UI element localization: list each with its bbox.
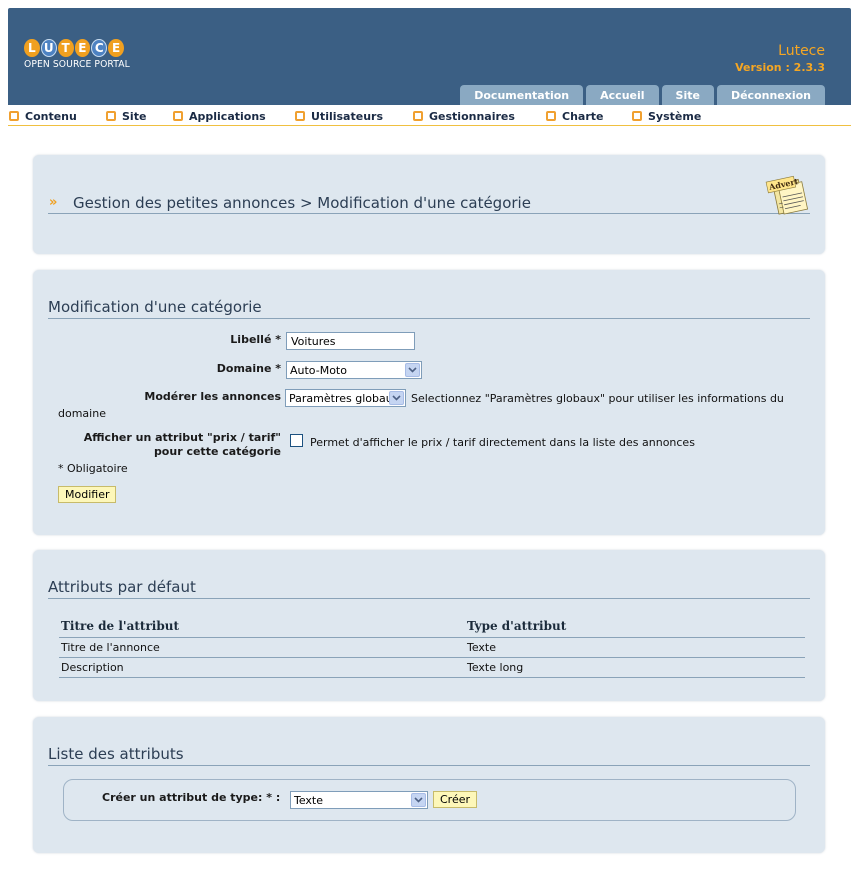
domaine-label: Domaine * <box>216 362 281 375</box>
menu-item-gestionnaires[interactable]: Gestionnaires <box>413 108 515 124</box>
default-attributes-panel: Attributs par défaut Titre de l'attribut… <box>33 550 825 701</box>
header-banner: L U T E C E OPEN SOURCE PORTAL Lutece Ve… <box>8 8 851 105</box>
menu-item-label: Système <box>648 109 702 123</box>
section-title: Liste des attributs <box>48 745 810 766</box>
tab-site[interactable]: Site <box>661 85 714 105</box>
divider <box>48 213 810 214</box>
prix-label-line1: Afficher un attribut "prix / tarif" <box>83 431 281 444</box>
logo-letter: E <box>108 39 124 57</box>
top-tabs: Documentation Accueil Site Déconnexion <box>460 85 825 105</box>
version-label: Version : 2.3.3 <box>735 61 825 74</box>
menu-item-charte[interactable]: Charte <box>546 108 603 124</box>
moderer-help-cont: domaine <box>58 407 106 420</box>
logo-tagline: OPEN SOURCE PORTAL <box>24 59 130 70</box>
menu-item-utilisateurs[interactable]: Utilisateurs <box>295 108 383 124</box>
domaine-select-value: Auto-Moto <box>290 363 347 377</box>
menu-item-applications[interactable]: Applications <box>173 108 266 124</box>
chevron-down-icon[interactable] <box>405 363 420 377</box>
menu-item-label: Charte <box>562 109 604 123</box>
table-header-row: Titre de l'attribut Type d'attribut <box>59 617 805 638</box>
menu-bullet-icon <box>632 111 642 121</box>
chevron-down-icon[interactable] <box>411 793 426 807</box>
logo-letter: L <box>24 39 40 57</box>
attributes-table: Titre de l'attribut Type d'attribut Titr… <box>59 617 805 678</box>
prix-checkbox[interactable] <box>290 434 303 447</box>
tab-documentation[interactable]: Documentation <box>460 85 584 105</box>
menu-bullet-icon <box>173 111 183 121</box>
chevron-down-icon[interactable] <box>389 391 404 405</box>
modifier-button[interactable]: Modifier <box>58 486 117 503</box>
category-form-panel: Modification d'une catégorie Libellé * V… <box>33 270 825 535</box>
required-note: * Obligatoire <box>58 462 128 475</box>
advert-plugin-icon: Advert <box>765 175 809 215</box>
creer-button[interactable]: Créer <box>433 791 478 808</box>
prix-help: Permet d'afficher le prix / tarif direct… <box>310 436 695 449</box>
section-title: Attributs par défaut <box>48 578 810 599</box>
main-menu: Contenu Site Applications Utilisateurs G… <box>8 105 851 126</box>
attribute-name: Description <box>61 661 124 674</box>
prix-label-line2: pour cette catégorie <box>153 445 281 458</box>
table-row: Description Texte long <box>59 658 805 678</box>
menu-item-label: Utilisateurs <box>311 109 383 123</box>
logo-letter: E <box>74 39 91 57</box>
menu-item-label: Gestionnaires <box>429 109 515 123</box>
create-attribute-label: Créer un attribut de type: * : <box>102 791 281 804</box>
logo-letters: L U T E C E <box>24 39 124 57</box>
menu-bullet-icon <box>9 111 19 121</box>
logo-letter: T <box>57 39 74 57</box>
section-title: Modification d'une catégorie <box>48 298 810 319</box>
menu-bullet-icon <box>106 111 116 121</box>
create-attribute-form: Créer un attribut de type: * : Texte Cré… <box>63 779 796 821</box>
attribute-type: Texte long <box>467 661 524 674</box>
lutece-logo[interactable]: L U T E C E OPEN SOURCE PORTAL <box>24 39 130 79</box>
breadcrumb-panel: » Gestion des petites annonces > Modific… <box>33 155 825 254</box>
menu-bullet-icon <box>295 111 305 121</box>
libelle-input[interactable]: Voitures <box>286 332 415 350</box>
logo-letter: C <box>91 39 108 57</box>
menu-item-site[interactable]: Site <box>106 108 146 124</box>
table-row: Titre de l'annonce Texte <box>59 638 805 658</box>
libelle-label: Libellé * <box>230 333 281 346</box>
moderer-label: Modérer les annonces <box>144 390 281 403</box>
moderer-help: Selectionnez "Paramètres globaux" pour u… <box>411 392 784 405</box>
moderer-select-value: Paramètres globaux <box>289 391 389 405</box>
double-arrow-icon: » <box>49 195 58 210</box>
menu-item-contenu[interactable]: Contenu <box>9 108 77 124</box>
menu-bullet-icon <box>413 111 423 121</box>
attribute-type-select[interactable]: Texte <box>290 791 428 809</box>
menu-bullet-icon <box>546 111 556 121</box>
menu-item-label: Site <box>122 109 147 123</box>
domaine-select[interactable]: Auto-Moto <box>286 361 422 379</box>
attribute-list-panel: Liste des attributs Créer un attribut de… <box>33 717 825 853</box>
tab-accueil[interactable]: Accueil <box>586 85 659 105</box>
logo-letter: U <box>40 39 57 57</box>
menu-item-label: Applications <box>189 109 266 123</box>
tab-deconnexion[interactable]: Déconnexion <box>716 85 825 105</box>
breadcrumb: Gestion des petites annonces > Modificat… <box>73 194 531 212</box>
attribute-type-value: Texte <box>294 793 324 807</box>
moderer-select[interactable]: Paramètres globaux <box>285 389 406 407</box>
site-name: Lutece <box>778 43 825 59</box>
menu-item-label: Contenu <box>25 109 77 123</box>
column-header: Titre de l'attribut <box>61 619 180 633</box>
attribute-type: Texte <box>467 641 497 654</box>
attribute-name: Titre de l'annonce <box>61 641 160 654</box>
menu-item-systeme[interactable]: Système <box>632 108 701 124</box>
column-header: Type d'attribut <box>467 619 567 633</box>
